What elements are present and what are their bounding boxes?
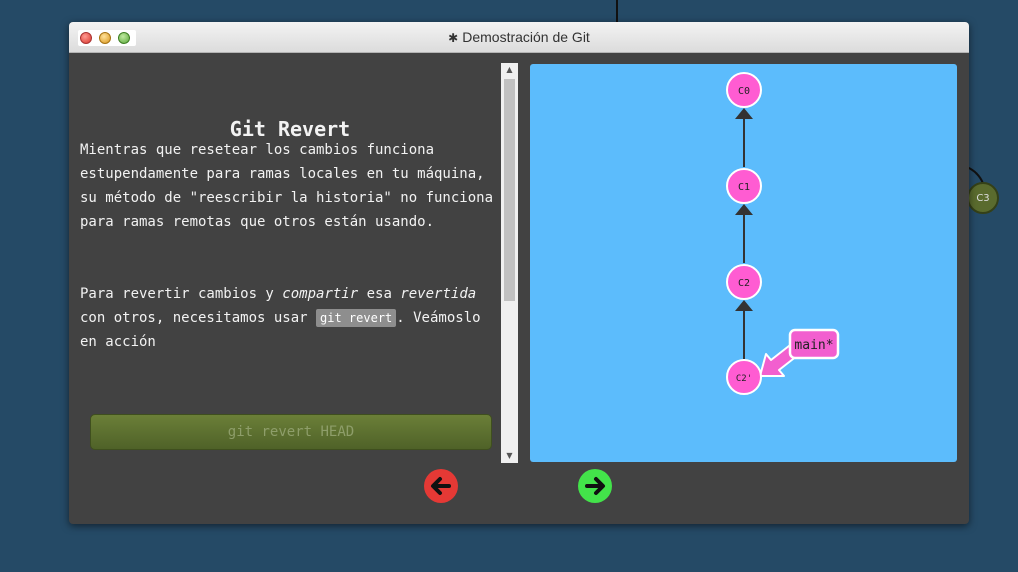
- scrollbar-thumb[interactable]: [504, 79, 515, 301]
- lesson-paragraph-2: Para revertir cambios y compartir esa re…: [80, 282, 501, 354]
- edge-arrowhead-c2: [735, 204, 753, 215]
- commit-label-c1: C1: [738, 182, 750, 193]
- back-button[interactable]: [424, 469, 458, 503]
- git-demo-window: ✱ Demostración de Git Git Revert Mientras…: [69, 22, 969, 524]
- window-title-text: Demostración de Git: [462, 29, 590, 45]
- title-bar: ✱ Demostración de Git: [69, 22, 969, 53]
- gear-icon: ✱: [448, 31, 459, 45]
- lesson-paragraph-1: Mientras que resetear los cambios funcio…: [80, 142, 494, 230]
- branch-tag-label: main*: [794, 338, 833, 353]
- edge-arrowhead-c2prime: [735, 300, 753, 311]
- paragraph-2-text-a: Para revertir cambios y: [80, 286, 283, 302]
- forward-button[interactable]: [578, 469, 612, 503]
- commit-tree-graph: main* C0 C1 C2 C2': [726, 72, 840, 395]
- arrow-left-icon: [431, 477, 451, 495]
- scroll-down-icon[interactable]: ▼: [501, 449, 518, 463]
- commit-label-c2: C2: [738, 278, 750, 289]
- paragraph-2-emphasis-compartir: compartir: [282, 286, 359, 302]
- lesson-scrollbar[interactable]: ▲ ▼: [501, 63, 518, 463]
- commit-label-c2prime: C2': [736, 374, 752, 384]
- window-title: ✱ Demostración de Git: [69, 22, 969, 53]
- paragraph-2-emphasis-revertida: revertida: [400, 286, 477, 302]
- commit-tree-visualization: main* C0 C1 C2 C2': [530, 64, 957, 462]
- background-commit-node: C3: [967, 182, 999, 214]
- background-tree-edge: [616, 0, 618, 22]
- commit-label-c0: C0: [738, 86, 750, 97]
- paragraph-2-text-c: con otros, necesitamos usar: [80, 310, 317, 326]
- arrow-right-icon: [585, 477, 605, 495]
- scroll-up-icon[interactable]: ▲: [501, 63, 518, 77]
- git-revert-command-button[interactable]: git revert HEAD: [90, 414, 492, 450]
- inline-code-git-revert: git revert: [316, 309, 397, 327]
- edge-arrowhead-c1: [735, 108, 753, 119]
- paragraph-2-text-b: esa: [358, 286, 401, 302]
- lesson-pane: Git Revert Mientras que resetear los cam…: [69, 53, 501, 463]
